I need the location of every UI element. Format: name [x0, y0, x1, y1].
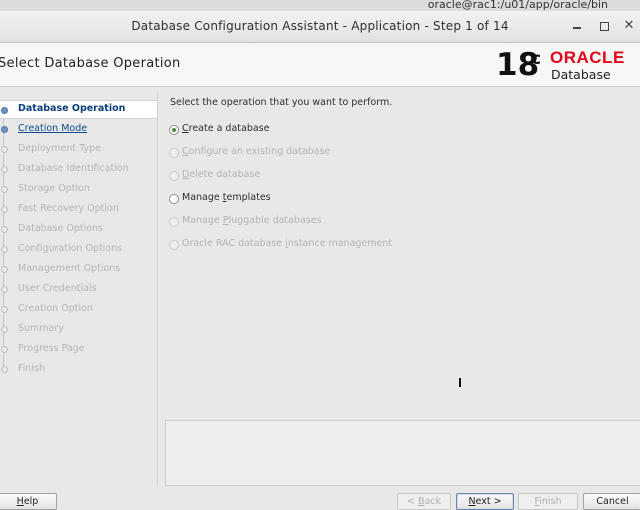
close-button[interactable]: ✕ [620, 17, 638, 35]
window-title: Database Configuration Assistant - Appli… [131, 19, 509, 33]
nav-step-label: Finish [18, 363, 46, 374]
nav-step-deployment-type: Deployment Type [0, 140, 157, 158]
nav-step-database-operation[interactable]: Database Operation [0, 100, 157, 119]
close-icon: ✕ [623, 18, 635, 33]
nav-step-configuration-options: Configuration Options [0, 240, 157, 258]
system-path: oracle@rac1:/u01/app/oracle/bin [427, 0, 608, 11]
nav-step-label: Summary [18, 323, 64, 334]
step-indicator-icon [1, 306, 8, 313]
nav-step-database-identification: Database Identification [0, 160, 157, 178]
option-label: Configure an existing database [182, 146, 331, 157]
nav-step-fast-recovery-option: Fast Recovery Option [0, 200, 157, 218]
page-title: Select Database Operation [0, 56, 181, 71]
option-label: Create a database [182, 123, 270, 134]
cancel-button[interactable]: Cancel [583, 493, 640, 510]
step-indicator-icon [1, 266, 8, 273]
window-titlebar: Database Configuration Assistant - Appli… [0, 11, 640, 43]
nav-step-label: Database Identification [18, 163, 129, 174]
nav-step-user-credentials: User Credentials [0, 280, 157, 298]
nav-step-label: Creation Option [18, 303, 93, 314]
step-indicator-icon [1, 286, 8, 293]
step-indicator-icon [1, 206, 8, 213]
system-topbar: oracle@rac1:/u01/app/oracle/bin [0, 0, 640, 11]
nav-step-label: Database Operation [18, 103, 126, 114]
page-header: Select Database Operation 18 c ORACLE Da… [0, 43, 640, 87]
logo-product: Database [551, 67, 611, 82]
step-indicator-icon [1, 366, 8, 373]
nav-step-summary: Summary [0, 320, 157, 338]
nav-step-progress-page: Progress Page [0, 340, 157, 358]
radio-button [169, 171, 179, 181]
nav-step-creation-option: Creation Option [0, 300, 157, 318]
radio-button [169, 217, 179, 227]
step-indicator-icon [1, 226, 8, 233]
nav-step-label: Deployment Type [18, 143, 101, 154]
maximize-icon [599, 22, 609, 31]
finish-button[interactable]: Finish [518, 493, 578, 510]
step-indicator-icon [1, 166, 8, 173]
nav-step-label: Creation Mode [18, 123, 88, 134]
next-button[interactable]: Next > [456, 493, 514, 510]
nav-step-label: Database Options [18, 223, 104, 234]
nav-divider [157, 93, 158, 485]
step-indicator-icon [1, 246, 8, 253]
oracle-logo: 18 c ORACLE Database [496, 46, 640, 84]
nav-step-label: Configuration Options [18, 243, 123, 254]
nav-step-label: Management Options [18, 263, 121, 274]
minimize-icon [573, 27, 581, 29]
maximize-button[interactable] [595, 17, 613, 35]
nav-step-label: Fast Recovery Option [18, 203, 119, 214]
operation-prompt: Select the operation that you want to pe… [170, 97, 393, 108]
step-indicator-icon [1, 186, 8, 193]
logo-brand: ORACLE [550, 48, 625, 67]
step-indicator-icon [1, 346, 8, 353]
option-label: Manage Pluggable databases [182, 215, 322, 226]
option-label: Oracle RAC database instance management [182, 238, 393, 249]
step-indicator-icon [1, 107, 8, 114]
nav-step-label: Progress Page [18, 343, 85, 354]
minimize-button[interactable] [568, 17, 586, 35]
message-area [165, 420, 640, 486]
radio-button[interactable] [169, 194, 179, 204]
logo-version-sup: c [531, 49, 542, 69]
step-indicator-icon [1, 126, 8, 133]
nav-step-management-options: Management Options [0, 260, 157, 278]
step-indicator-icon [1, 326, 8, 333]
radio-button [169, 148, 179, 158]
nav-step-finish: Finish [0, 360, 157, 378]
option-label: Delete database [182, 169, 261, 180]
steps-navigation: Database Operation Creation Mode Deploymen… [0, 96, 157, 484]
text-cursor-icon [459, 378, 461, 387]
nav-step-label: User Credentials [18, 283, 97, 294]
nav-step-database-options: Database Options [0, 220, 157, 238]
option-label: Manage templates [182, 192, 271, 203]
nav-step-storage-option: Storage Option [0, 180, 157, 198]
help-button[interactable]: Help [0, 493, 57, 510]
radio-button [169, 240, 179, 250]
nav-step-label: Storage Option [18, 183, 90, 194]
radio-button[interactable] [169, 125, 179, 135]
back-button[interactable]: < Back [397, 493, 451, 510]
step-indicator-icon [1, 146, 8, 153]
nav-step-creation-mode[interactable]: Creation Mode [0, 120, 157, 138]
